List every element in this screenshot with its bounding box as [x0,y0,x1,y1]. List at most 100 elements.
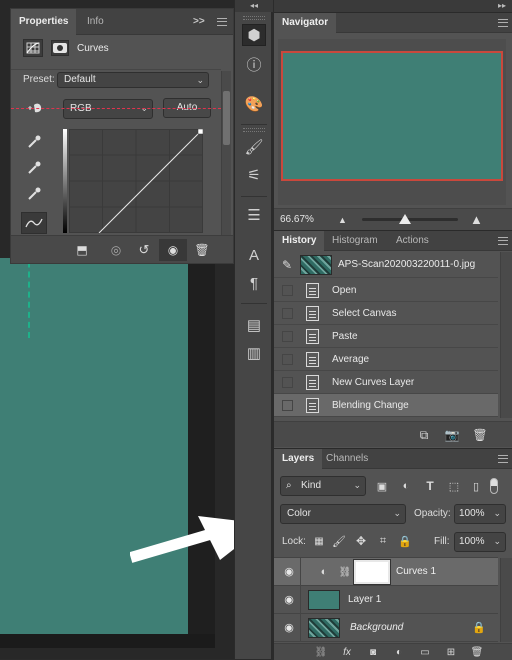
layer-visibility-eye-icon[interactable]: ◉ [282,622,296,634]
smart-object-filter-icon[interactable]: ▯ [468,478,484,494]
pixel-layer-filter-icon[interactable]: ▣ [374,478,390,494]
trash-icon[interactable]: 🗑 [191,241,213,259]
scrollbar-thumb[interactable] [223,91,230,145]
history-scrollbar[interactable] [500,252,512,418]
lock-artboard-icon[interactable]: ⌗ [376,534,390,548]
gray-point-eyedropper-icon[interactable] [25,159,43,177]
black-point-eyedropper-icon[interactable] [25,133,43,151]
shape-layer-filter-icon[interactable]: ⬚ [446,478,462,494]
paragraph-list-icon[interactable]: ☰ [242,204,266,226]
info-icon[interactable]: ⓘ [242,53,266,75]
dock-grip[interactable] [243,128,265,132]
history-source-checkbox[interactable] [282,377,293,388]
panel-menu-icon[interactable] [217,18,227,26]
type-layer-filter-icon[interactable]: T [422,478,438,494]
layer-visibility-eye-icon[interactable]: ◉ [282,566,296,578]
zoom-in-icon[interactable]: ▲ [470,212,483,227]
layer-row-layer1[interactable]: ◉ Layer 1 [274,586,498,614]
properties-scrollbar[interactable] [221,71,231,235]
mask-link-chain-icon[interactable]: ⛓ [339,564,352,580]
history-state[interactable]: Open [274,279,498,302]
new-group-folder-icon[interactable]: ▭ [416,645,434,659]
panel-menu-icon[interactable] [498,237,508,245]
paragraph-icon[interactable]: ¶ [242,272,266,294]
snapshot-thumbnail [300,255,332,275]
navigator-view-box[interactable] [281,51,503,181]
layer-mask-thumbnail[interactable] [353,559,391,585]
history-source-checkbox[interactable] [282,331,293,342]
tab-navigator[interactable]: Navigator [274,13,337,33]
history-source-checkbox[interactable] [282,285,293,296]
properties-doc-icon[interactable]: ▤ [242,314,266,336]
visibility-eye-icon[interactable]: ◉ [159,239,187,261]
character-icon[interactable]: A [242,244,266,266]
lock-transparency-icon[interactable]: ▦ [312,534,326,548]
adjustment-layer-filter-icon[interactable]: ◐ [398,478,414,494]
panel-menu-icon[interactable] [498,455,508,463]
layers-scrollbar[interactable] [500,558,512,642]
opacity-field[interactable]: 100% ⌄ [454,504,506,524]
view-previous-state-icon[interactable]: ◎ [105,241,127,259]
history-state[interactable]: New Curves Layer [274,371,498,394]
tab-history[interactable]: History [274,231,325,251]
history-source-checkbox[interactable] [282,400,293,411]
3d-cube-icon[interactable]: ⬢ [242,24,266,46]
layer-filter-dropdown[interactable]: ⌕ Kind ⌄ [280,476,366,496]
preset-dropdown[interactable]: Default ⌄ [57,72,209,88]
history-state[interactable]: Select Canvas [274,302,498,325]
history-brush-source-icon[interactable]: ✎ [282,258,292,272]
white-point-eyedropper-icon[interactable] [25,185,43,203]
history-toolbar: ⧉ 📷 🗑 [274,421,512,447]
blend-mode-dropdown[interactable]: Color ⌄ [280,504,406,524]
tab-channels[interactable]: Channels [318,449,376,469]
zoom-slider-thumb[interactable] [399,214,412,224]
curves-graph[interactable] [69,129,203,233]
zoom-out-icon[interactable]: ▲ [338,215,347,225]
brush-settings-icon[interactable]: 🖌 [242,136,266,158]
trash-icon[interactable]: 🗑 [470,426,490,444]
history-state-selected[interactable]: Blending Change [274,394,498,417]
expand-dock-icon[interactable]: ◂◂ [235,0,273,12]
history-states-list: Open Select Canvas Paste Average New Cur… [274,279,498,419]
fx-layer-style-icon[interactable]: fx [338,645,356,659]
lock-all-icon[interactable]: 🔒 [398,534,412,548]
layer-row-background[interactable]: ◉ Background 🔒 [274,614,498,642]
panel-menu-icon[interactable] [498,19,508,27]
channel-dropdown[interactable]: RGB ⌄ [63,99,153,119]
dock-grip[interactable] [243,16,265,20]
trash-icon[interactable]: 🗑 [468,645,486,659]
adjustment-sliders-icon[interactable]: ⚟ [242,164,266,186]
lock-position-move-icon[interactable]: ✥ [354,534,368,548]
history-source-checkbox[interactable] [282,354,293,365]
history-source-checkbox[interactable] [282,308,293,319]
tab-properties[interactable]: Properties [11,9,77,35]
filter-toggle-switch[interactable] [490,478,498,494]
layer-row-curves[interactable]: ◉ ◐ ⛓ Curves 1 [274,558,498,586]
new-adjustment-layer-icon[interactable]: ◐ [390,645,408,659]
tab-layers[interactable]: Layers [274,449,323,469]
edit-points-curve-icon[interactable] [21,212,47,234]
lock-pixels-brush-icon[interactable]: 🖌 [332,534,346,548]
new-document-from-state-icon[interactable]: ⧉ [414,426,434,444]
layer-visibility-eye-icon[interactable]: ◉ [282,594,296,606]
history-state[interactable]: Paste [274,325,498,348]
navigator-preview-area[interactable] [278,39,506,205]
tab-histogram[interactable]: Histogram [324,231,386,251]
swatches-palette-icon[interactable]: 🎨 [242,93,266,115]
camera-snapshot-icon[interactable]: 📷 [442,426,462,444]
tab-info[interactable]: Info [79,9,112,35]
link-layers-icon[interactable]: ⛓ [312,645,330,659]
fill-field[interactable]: 100% ⌄ [454,532,506,552]
notes-doc-icon[interactable]: ▥ [242,342,266,364]
clip-to-layer-icon[interactable]: ⬒ [71,241,93,259]
new-layer-icon[interactable]: ⊞ [442,645,460,659]
reset-icon[interactable]: ↺ [133,241,155,259]
zoom-level[interactable]: 66.67% [280,214,314,225]
history-snapshot-row[interactable]: ✎ APS-Scan202003220011-0.jpg [274,252,498,278]
collapse-right-dock[interactable]: ▸▸ [274,0,512,12]
add-mask-icon[interactable]: ◙ [364,645,382,659]
snapshot-name: APS-Scan202003220011-0.jpg [338,259,476,270]
collapse-panel-button[interactable]: >> [193,16,205,27]
history-state[interactable]: Average [274,348,498,371]
tab-actions[interactable]: Actions [388,231,437,251]
